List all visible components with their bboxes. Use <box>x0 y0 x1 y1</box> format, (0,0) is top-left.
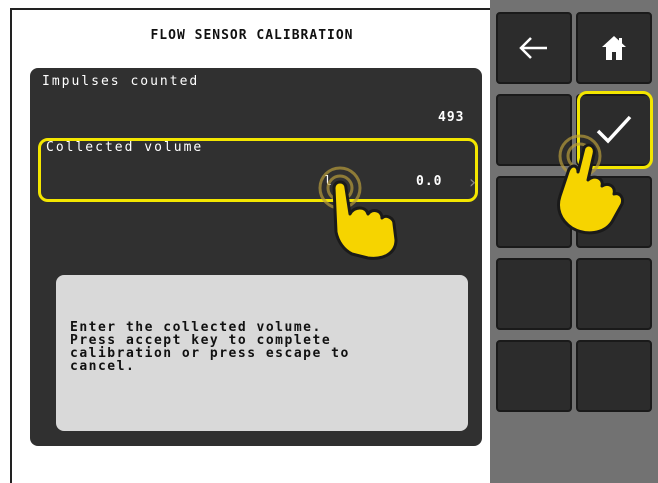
terminal-screen: FLOW SENSOR CALIBRATION Impulses counted… <box>10 8 490 483</box>
home-button[interactable] <box>576 12 652 84</box>
back-button[interactable] <box>496 12 572 84</box>
instruction-box: Enter the collected volume. Press accept… <box>56 275 468 431</box>
touch-hand-icon <box>557 134 624 235</box>
touch-hand-icon <box>318 166 398 260</box>
softkey-7[interactable] <box>496 258 572 330</box>
instruction-text: Enter the collected volume. Press accept… <box>70 320 350 374</box>
back-arrow-icon <box>519 37 547 59</box>
volume-row-highlight[interactable] <box>38 138 478 202</box>
softkey-9[interactable] <box>496 340 572 412</box>
softkey-8[interactable] <box>576 258 652 330</box>
impulses-label: Impulses counted <box>42 74 200 89</box>
calibration-panel: Impulses counted 493 Collected volume l … <box>30 68 482 446</box>
home-icon <box>602 36 626 60</box>
impulses-value: 493 <box>438 110 465 125</box>
softkey-10[interactable] <box>576 340 652 412</box>
page-title: FLOW SENSOR CALIBRATION <box>150 28 354 43</box>
